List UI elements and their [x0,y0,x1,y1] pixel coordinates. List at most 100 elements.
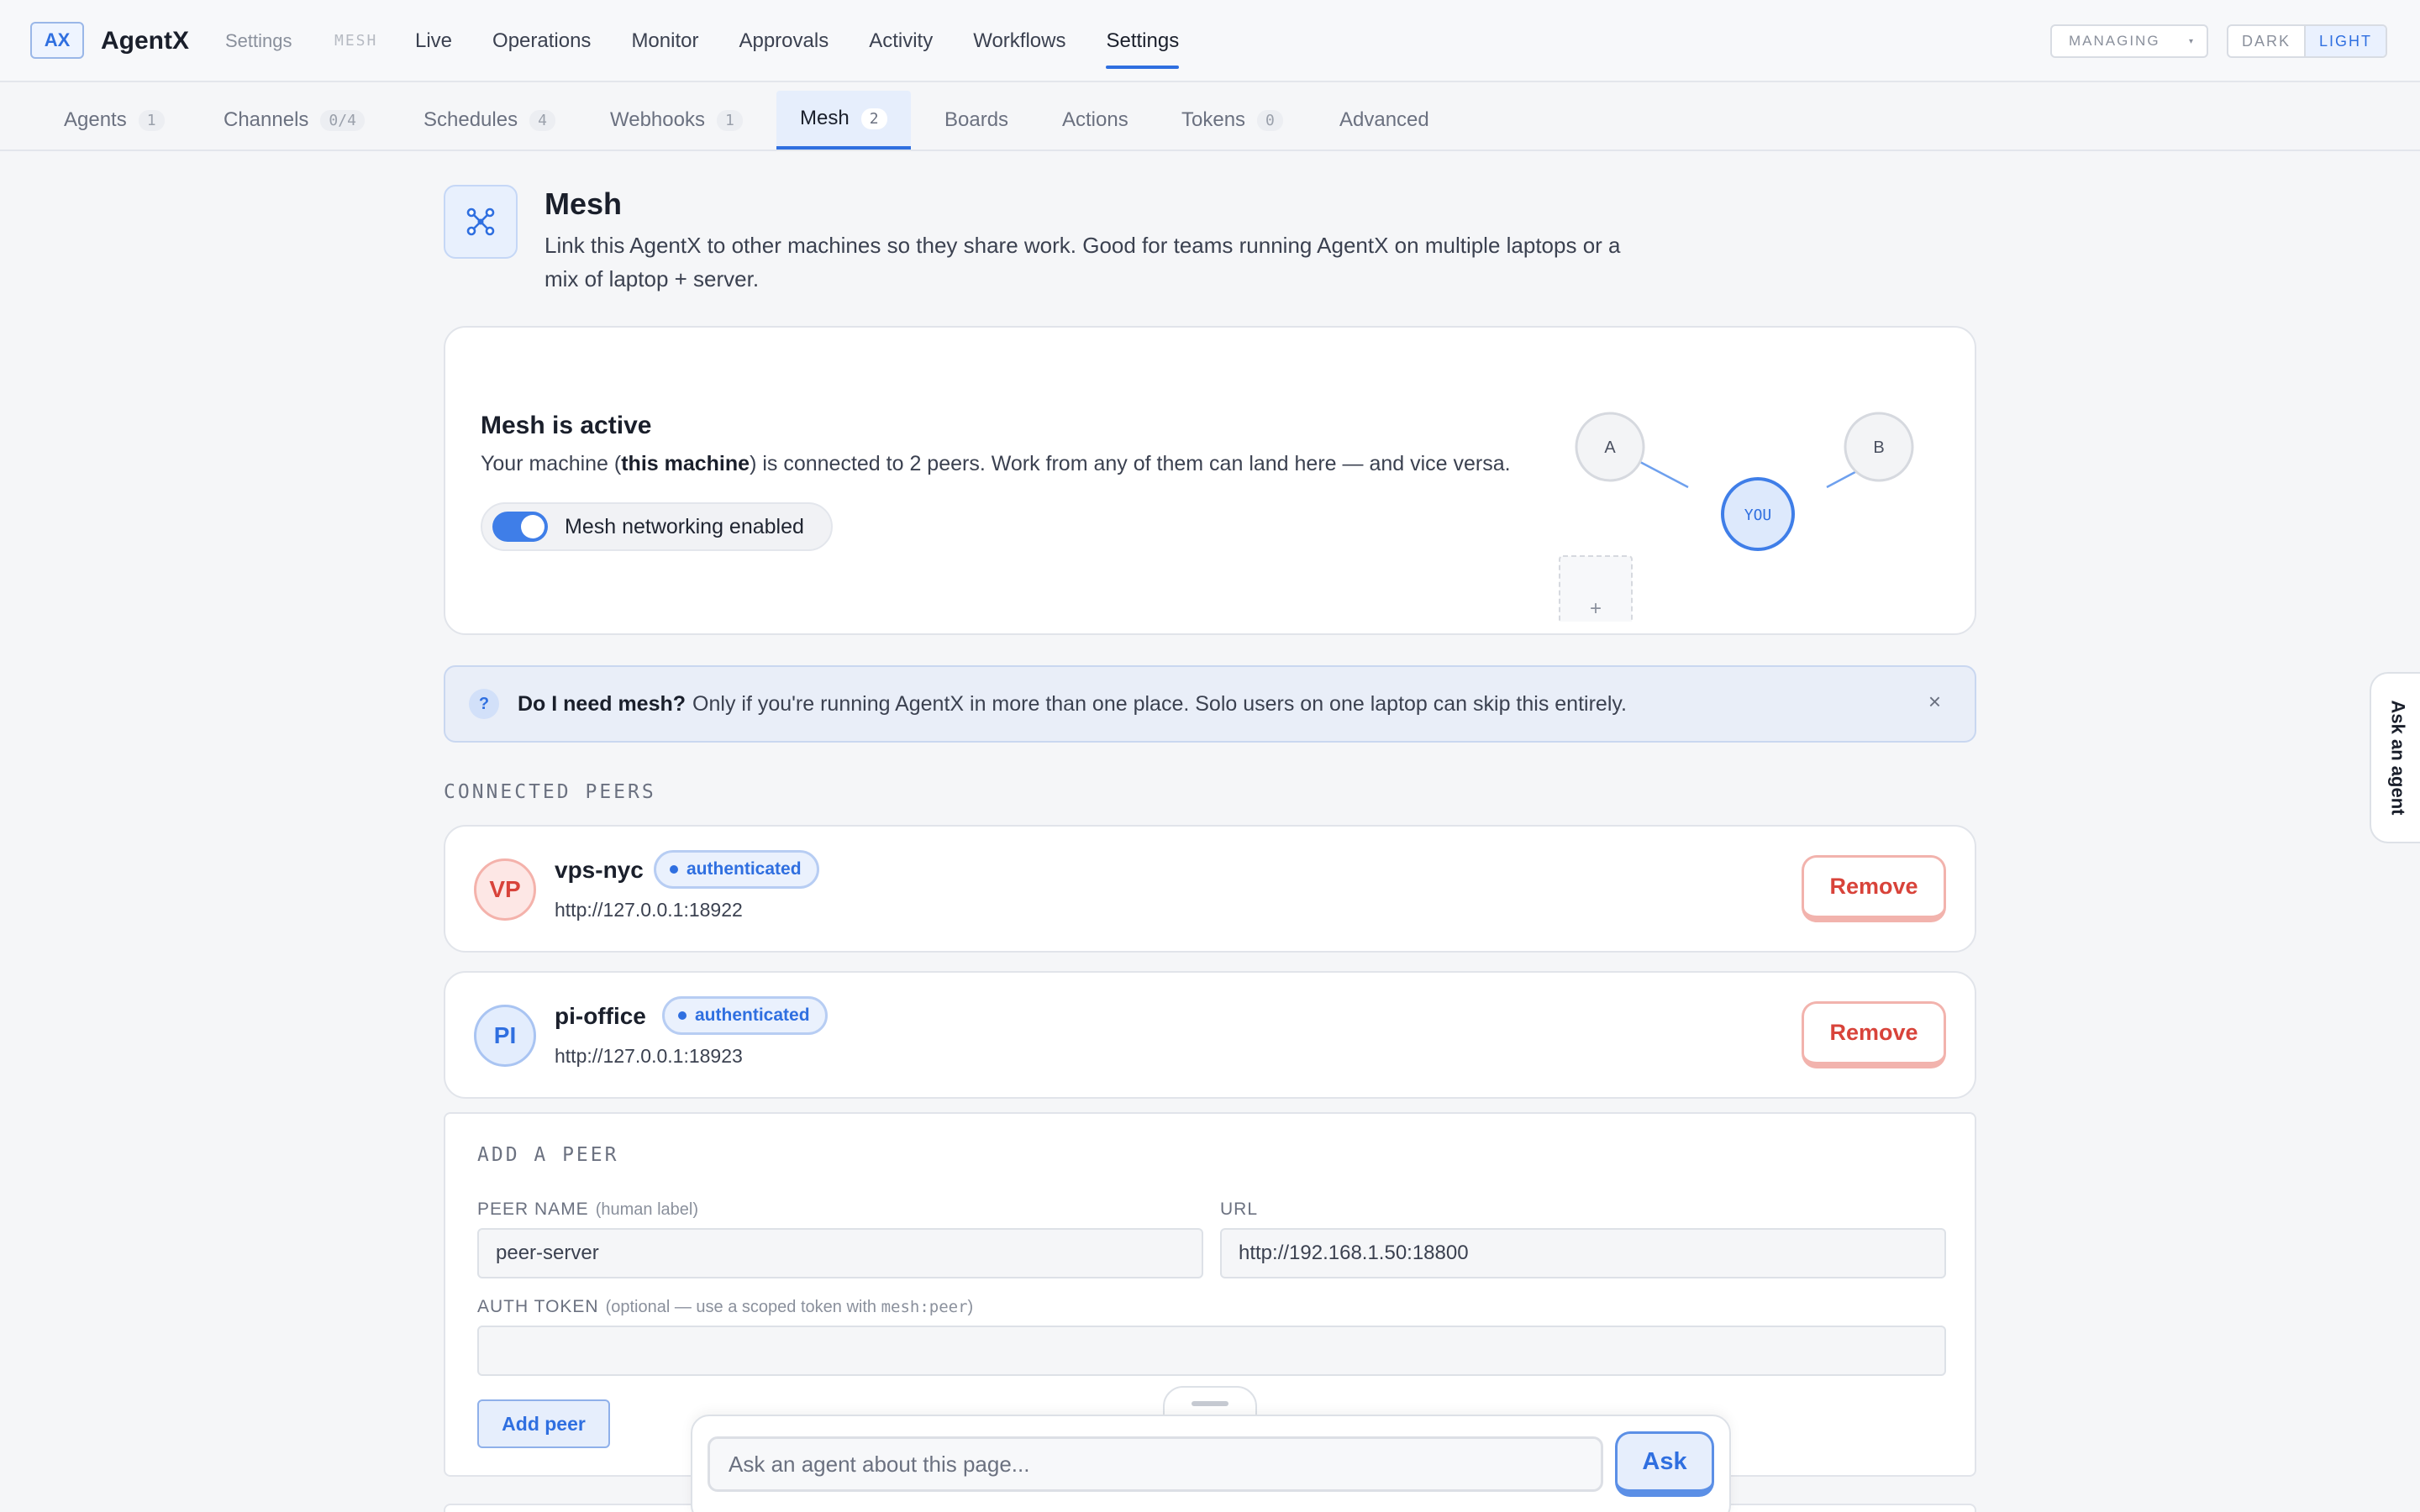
tab-schedules[interactable]: Schedules 4 [424,91,555,150]
settings-tabs: Agents 1 Channels 0/4 Schedules 4 Webhoo… [0,84,2420,151]
managing-dropdown[interactable]: MANAGING ▾ [2050,24,2208,58]
side-tab-label: Ask an agent [2387,700,2408,816]
help-answer: Only if you're running AgentX in more th… [692,691,1627,716]
tab-mesh[interactable]: Mesh 2 [776,91,911,150]
svg-text:A: A [1604,438,1616,457]
app-name: AgentX [101,27,189,55]
tab-count: 0 [1257,109,1283,131]
auth-token-label: AUTH TOKEN (optional — use a scoped token… [477,1297,974,1316]
mesh-status-title: Mesh is active [481,412,652,439]
url-label: URL [1220,1200,1259,1219]
tab-count: 4 [529,109,555,131]
avatar: PI [474,1005,536,1067]
mesh-topology-graph: A B YOU + [1559,412,1914,622]
tab-boards[interactable]: Boards [944,91,1008,150]
toggle-switch[interactable] [492,512,548,542]
status-dot-icon [670,865,678,874]
peer-name-hint: (human label) [595,1200,698,1219]
mesh-help-banner: ? Do I need mesh? Only if you're running… [444,665,1976,743]
managing-label: MANAGING [2069,33,2160,49]
main-nav: Live Operations Monitor Approvals Activi… [395,0,1199,82]
peer-name-label: PEER NAME (human label) [477,1200,698,1219]
tab-count: 1 [716,109,743,131]
breadcrumb-settings[interactable]: Settings [225,30,292,52]
chevron-down-icon: ▾ [2188,36,2193,46]
tab-agents[interactable]: Agents 1 [64,91,165,150]
ask-agent-panel: Ask an agent about this page... Ask [691,1415,1731,1512]
graph-node-b[interactable]: B [1844,412,1914,482]
top-bar: AX AgentX Settings MESH Live Operations … [0,0,2420,82]
nav-activity[interactable]: Activity [849,0,953,82]
page-description: Link this AgentX to other machines so th… [544,233,1621,291]
tab-actions[interactable]: Actions [1062,91,1128,150]
this-machine-label: this machine [621,452,750,475]
mesh-status-card: Mesh is active Your machine (this machin… [444,326,1976,635]
remove-peer-button[interactable]: Remove [1802,1001,1946,1068]
nav-live[interactable]: Live [395,0,472,82]
peer-url-input[interactable]: http://192.168.1.50:18800 [1220,1228,1946,1278]
peer-url: http://127.0.0.1:18923 [555,1045,743,1067]
tab-label: Mesh [800,107,850,129]
svg-text:YOU: YOU [1744,507,1772,524]
tab-label: Advanced [1339,108,1429,131]
add-peer-heading: ADD A PEER [477,1144,619,1166]
svg-text:B: B [1873,438,1884,457]
add-peer-button[interactable]: Add peer [477,1399,610,1448]
tab-label: Tokens [1181,108,1246,131]
status-badge: authenticated [662,996,828,1035]
connected-peers-heading: CONNECTED PEERS [444,781,656,803]
help-question: Do I need mesh? [518,691,687,716]
auth-token-input[interactable] [477,1326,1946,1376]
tab-count: 1 [138,109,165,131]
page-title: Mesh [544,186,623,221]
nav-settings[interactable]: Settings [1086,0,1199,82]
ask-agent-input[interactable]: Ask an agent about this page... [708,1436,1603,1492]
nav-workflows[interactable]: Workflows [953,0,1086,82]
tab-label: Agents [64,108,127,131]
tab-webhooks[interactable]: Webhooks 1 [610,91,743,150]
tab-label: Schedules [424,108,518,131]
tab-label: Webhooks [610,108,705,131]
tab-tokens[interactable]: Tokens 0 [1181,91,1283,150]
tab-label: Boards [944,108,1009,131]
peer-card: VP vps-nyc authenticated http://127.0.0.… [444,825,1976,953]
ask-agent-side-tab[interactable]: Ask an agent [2370,672,2420,843]
theme-toggle: DARK LIGHT [2227,24,2388,58]
graph-node-you[interactable]: YOU [1721,477,1795,551]
tab-label: Actions [1062,108,1128,131]
close-icon[interactable]: × [1928,689,1941,715]
remove-peer-button[interactable]: Remove [1802,855,1946,922]
app-logo[interactable]: AX [30,22,84,59]
status-badge-label: authenticated [687,859,802,879]
mesh-toggle[interactable]: Mesh networking enabled [481,502,833,551]
peer-card: PI pi-office authenticated http://127.0.… [444,971,1976,1099]
status-badge: authenticated [654,850,819,889]
svg-text:+: + [1590,597,1602,620]
mesh-network-icon [444,185,518,259]
tab-label: Channels [224,108,309,131]
status-dot-icon [678,1011,687,1020]
peer-name: vps-nyc [555,857,644,883]
nav-monitor[interactable]: Monitor [611,0,718,82]
nav-approvals[interactable]: Approvals [718,0,849,82]
theme-light-button[interactable]: LIGHT [2304,26,2386,56]
question-icon: ? [469,689,499,719]
drag-handle-icon [1192,1401,1228,1406]
auth-token-hint: (optional — use a scoped token with mesh… [605,1298,974,1316]
theme-dark-button[interactable]: DARK [2228,26,2304,56]
graph-add-node[interactable]: + [1559,555,1633,622]
status-badge-label: authenticated [695,1005,810,1025]
breadcrumb-section-tag: MESH [334,32,378,50]
mesh-status-text: Your machine (this machine) is connected… [481,452,1511,475]
tab-channels[interactable]: Channels 0/4 [224,91,365,150]
ask-button[interactable]: Ask [1615,1431,1714,1497]
peer-url: http://127.0.0.1:18922 [555,899,743,921]
tab-advanced[interactable]: Advanced [1339,91,1429,150]
graph-node-a[interactable]: A [1575,412,1645,482]
nav-operations[interactable]: Operations [472,0,611,82]
avatar: VP [474,858,536,921]
mesh-toggle-label: Mesh networking enabled [565,514,804,538]
tab-count: 2 [860,108,887,129]
peer-name-input[interactable]: peer-server [477,1228,1203,1278]
peer-name: pi-office [555,1003,646,1029]
